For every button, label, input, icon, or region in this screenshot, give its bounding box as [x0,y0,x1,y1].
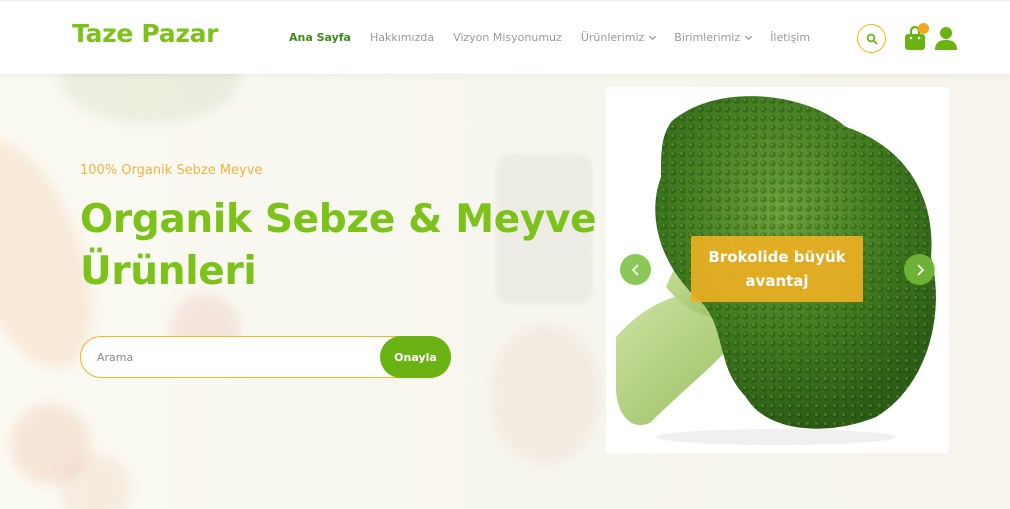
logo[interactable]: Taze Pazar [72,19,218,48]
main-nav: Ana Sayfa Hakkımızda Vizyon Misyonumuz Ü… [289,31,829,44]
chevron-down-icon [745,32,753,40]
confirm-button[interactable]: Onayla [380,336,451,378]
nav-item-products[interactable]: Ürünlerimiz [580,31,657,44]
nav-item-label: Ürünlerimiz [580,31,645,44]
nav-item-label: Birimlerimiz [674,31,741,44]
chevron-left-icon [631,263,639,276]
bg-leaf-decoration [60,74,240,124]
nav-item-vision-mission[interactable]: Vizyon Misyonumuz [453,31,562,44]
nav-item-home[interactable]: Ana Sayfa [289,31,351,44]
nav-item-label: İletişim [770,31,811,44]
hero-subtitle: 100% Organik Sebze Meyve [80,163,263,178]
nav-item-units[interactable]: Birimlerimiz [674,31,753,44]
hero-section: 100% Organik Sebze Meyve Organik Sebze &… [0,74,1010,509]
bg-egg-decoration [60,454,130,509]
search-button[interactable] [857,24,886,53]
nav-item-label: Hakkımızda [369,31,435,44]
hero-search-bar: Onayla [80,336,451,378]
user-icon [935,27,957,50]
nav-item-about[interactable]: Hakkımızda [370,31,434,44]
slide-caption: Brokolide büyük avantaj [691,236,863,302]
user-account-button[interactable] [933,25,959,51]
cart-button[interactable] [903,23,929,51]
search-icon [866,33,877,44]
cart-badge [918,23,929,34]
site-header: Taze Pazar Ana Sayfa Hakkımızda Vizyon M… [0,0,1010,74]
nav-item-label: Ana Sayfa [289,31,351,44]
product-slider: Brokolide büyük avantaj [606,87,949,453]
chevron-down-icon [649,32,657,40]
nav-item-contact[interactable]: İletişim [770,31,810,44]
hero-title: Organik Sebze & Meyve Ürünleri [80,197,597,294]
bg-hand-decoration [490,324,600,464]
slider-next-button[interactable] [904,254,935,285]
search-input[interactable] [97,347,367,367]
nav-item-label: Vizyon Misyonumuz [453,31,562,44]
slider-prev-button[interactable] [620,254,651,285]
chevron-right-icon [916,263,924,276]
